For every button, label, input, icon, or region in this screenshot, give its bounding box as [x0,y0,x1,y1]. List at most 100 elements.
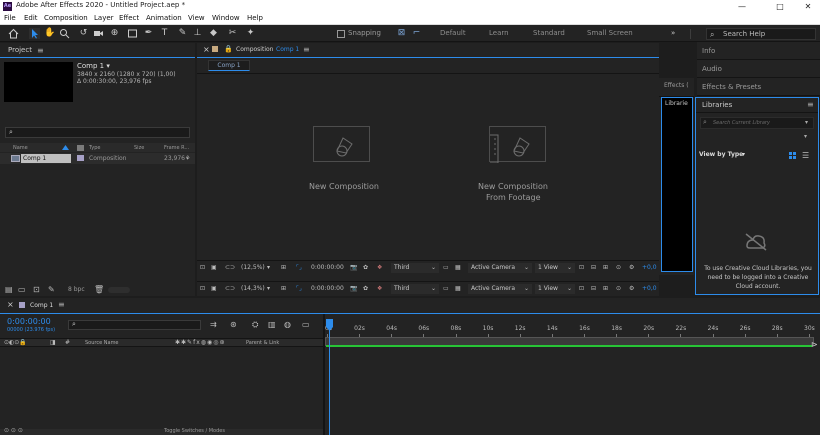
playhead-icon[interactable] [326,319,334,332]
timeline-splitter[interactable] [323,314,325,435]
snapshot-icon[interactable]: 📷 [350,284,357,294]
home-icon[interactable] [8,28,19,39]
switches-icons[interactable]: ✱✱✎fx◍◉◎⊛ [175,339,225,346]
puppet-pin-tool-icon[interactable]: ✦ [245,28,256,39]
comp-label-swatch[interactable] [77,155,84,161]
library-select[interactable]: ▾ [700,133,814,144]
menu-help[interactable]: Help [247,14,263,22]
exposure-icon[interactable]: ⚙ [629,263,634,273]
close-tab-icon[interactable]: × [203,45,210,54]
timeline-current-time[interactable]: 0:00:00:00 [7,317,51,326]
library-search-input[interactable]: ⌕ Search Current Library ▾ [700,117,814,129]
column-frame-rate[interactable]: Frame R... [164,145,189,152]
selection-tool-icon[interactable] [29,28,40,39]
pen-tool-icon[interactable]: ✒ [143,28,154,39]
resolution-icon[interactable]: ⊞ [281,263,286,273]
close-button[interactable]: ✕ [794,0,820,13]
thumbnail-slider[interactable] [108,287,130,293]
panel-menu-icon[interactable]: ≡ [58,300,65,309]
list-view-icon[interactable]: ☰ [802,151,809,160]
audio-panel-header[interactable]: Audio [697,60,820,78]
shy-layers-icon[interactable]: ⛭ [252,320,258,330]
dropdown-icon[interactable]: ▾ [804,133,807,140]
vr-goggles-icon[interactable]: ⊂⊃ [225,263,235,273]
reset-exposure-icon[interactable]: ⊙ [616,284,621,294]
toggle-pixel-icon[interactable]: ▭ [443,284,449,294]
region-of-interest-icon[interactable]: ⌜⌟ [296,284,302,294]
footer-icons[interactable]: ⊙ ⊙ ⊙ [4,427,23,434]
current-time[interactable]: 0:00:00:00 [311,284,344,294]
zoom-tool-icon[interactable] [59,28,70,39]
dropdown-icon[interactable]: ▾ [742,151,745,158]
menu-file[interactable]: File [4,14,16,22]
frame-blending-icon[interactable]: ▥ [268,320,276,329]
comp-subtab[interactable]: Comp 1 [208,60,250,71]
dropdown-icon[interactable]: ⌄ [524,263,529,273]
more-workspaces-icon[interactable]: » [671,29,675,37]
view-by-type[interactable]: View by Type [699,151,743,158]
menu-layer[interactable]: Layer [94,14,114,22]
composition-tab-label[interactable]: Composition [236,46,273,53]
workspace-learn[interactable]: Learn [489,29,509,37]
panel-menu-icon[interactable]: ≡ [303,45,310,54]
project-item-row[interactable]: Comp 1 Composition 23,976 ⚘ [0,153,195,164]
menu-effect[interactable]: Effect [119,14,139,22]
timeline-icon[interactable]: ⊟ [591,263,596,273]
transparency-grid-icon[interactable]: ▦ [455,284,461,294]
camera-select[interactable]: Active Camera [468,263,532,273]
dropdown-icon[interactable]: ⌄ [431,284,436,294]
close-tab-icon[interactable]: × [7,300,14,309]
menu-composition[interactable]: Composition [44,14,88,22]
comp-info-name[interactable]: Comp 1 ▾ [77,62,110,70]
column-type[interactable]: Type [89,145,100,152]
interpret-footage-icon[interactable]: ▤ [5,285,13,294]
dropdown-icon[interactable]: ⌄ [567,263,572,273]
fast-previews-icon[interactable]: ⊡ [579,284,584,294]
timeline-tab[interactable]: Comp 1 [30,302,53,309]
resolution-icon[interactable]: ⊞ [281,284,286,294]
libraries-side-tab[interactable]: Librarie [665,100,688,107]
dropdown-icon[interactable]: ▾ [267,284,270,294]
vr-goggles-icon[interactable]: ⊂⊃ [225,284,235,294]
project-item-name[interactable]: Comp 1 [21,154,71,163]
timeline-search-input[interactable]: ⌕ [68,320,201,330]
composition-tab-comp[interactable]: Comp 1 [276,46,299,53]
grid-view-icon[interactable] [789,152,797,160]
effects-side-tab[interactable]: Effects ( [664,82,689,89]
transparency-grid-icon[interactable]: ▦ [455,263,461,273]
new-composition-placeholder[interactable] [313,126,370,162]
source-name-column[interactable]: Source Name [85,340,119,346]
project-search-input[interactable]: ⌕ [5,127,190,138]
lock-icon[interactable]: 🔒 [224,45,233,53]
effects-presets-panel-header[interactable]: Effects & Presets [697,78,820,96]
search-help-input[interactable]: ⌕ Search Help [706,28,816,40]
reset-exposure-icon[interactable]: ⊙ [616,263,621,273]
color-management-icon[interactable]: ❖ [377,263,382,273]
zoom-level[interactable]: (12,5%) [241,263,265,273]
new-comp-from-footage-placeholder[interactable] [489,126,546,163]
comp-flowchart-icon[interactable]: ⊞ [603,284,608,294]
clone-stamp-tool-icon[interactable]: ⊥ [192,28,203,39]
new-comp-footage-label-1[interactable]: New Composition [478,182,548,191]
project-tab[interactable]: Project [8,44,32,57]
current-time[interactable]: 0:00:00:00 [311,263,344,273]
fast-previews-icon[interactable]: ⊡ [579,263,584,273]
always-preview-icon[interactable]: ⊡ [200,263,205,273]
camera-select[interactable]: Active Camera [468,284,532,294]
workspace-standard[interactable]: Standard [533,29,565,37]
toggle-switches-modes[interactable]: Toggle Switches / Modes [164,428,225,434]
adjust-settings-icon[interactable]: ✎ [48,285,55,294]
new-comp-icon[interactable]: ⊡ [33,285,40,294]
trash-icon[interactable]: 🗑 [94,285,104,294]
panel-menu-icon[interactable]: ≡ [807,100,814,109]
menu-edit[interactable]: Edit [24,14,38,22]
draft-3d-icon[interactable]: ⊛ [230,320,237,329]
dropdown-icon[interactable]: ▾ [805,119,808,126]
dropdown-icon[interactable]: ⌄ [524,284,529,294]
always-preview-icon[interactable]: ⊡ [200,284,205,294]
rotate-tool-icon[interactable]: ↺ [78,28,89,39]
exposure-value[interactable]: +0,0 [642,263,657,273]
rectangle-tool-icon[interactable] [127,28,138,39]
info-panel-header[interactable]: Info [697,42,820,60]
workspace-default[interactable]: Default [440,29,466,37]
